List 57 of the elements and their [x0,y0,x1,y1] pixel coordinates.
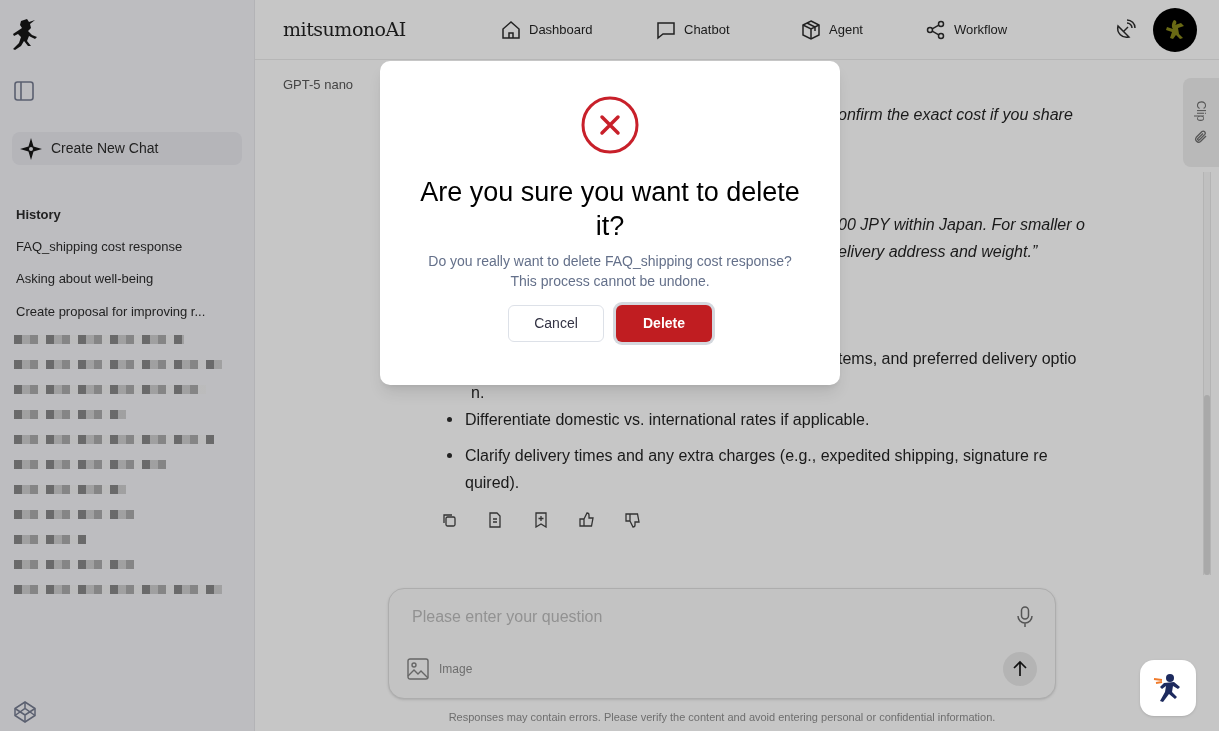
redacted-history-item[interactable] [14,485,126,494]
redacted-history-item[interactable] [14,385,206,394]
cube-icon [801,19,821,40]
error-circle-icon [581,96,639,154]
redacted-history-item[interactable] [14,410,126,419]
copy-icon[interactable] [441,512,457,528]
nav-link[interactable]: Dashboard [501,19,656,40]
microphone-icon[interactable] [1015,605,1035,628]
list-item-text: Differentiate domestic vs. international rates if applicable. [465,410,870,430]
disclaimer-text: Responses may contain errors. Please verify the content and avoid entering personal or confidential information. [448,709,996,725]
sparkle-icon [20,137,42,160]
create-new-chat-button[interactable]: Create New Chat [12,132,242,165]
sidebar-toggle-icon[interactable] [14,81,34,101]
history-item[interactable]: Create proposal for improving r... [16,301,242,321]
cancel-button[interactable]: Cancel [508,305,604,342]
history-item[interactable]: FAQ_shipping cost response [16,236,242,256]
nav-link[interactable]: Agent [801,19,926,40]
dialog-message: Do you really want to delete FAQ_shipping cost response? This process cannot be undone. [427,252,793,291]
clip-tab[interactable]: Clip [1183,78,1219,167]
message-text: onfirm the exact cost if you share [838,105,1073,125]
bullet-icon [447,417,452,422]
redacted-history-item[interactable] [14,535,86,544]
arrow-up-icon [1011,659,1029,678]
history-item[interactable]: Asking about well-being [16,269,242,289]
nav-link[interactable]: Chatbot [656,19,801,40]
redacted-history-item[interactable] [14,360,222,369]
home-icon [501,19,521,40]
thumbs-down-icon[interactable] [625,512,641,528]
nav-link[interactable]: Workflow [926,19,1036,40]
send-button[interactable] [1003,651,1037,686]
scrollbar[interactable] [1203,172,1211,575]
redacted-history-item[interactable] [14,335,184,344]
bullet-icon [447,453,452,458]
paperclip-icon [1194,129,1208,144]
redacted-history-item[interactable] [14,585,222,594]
dialog-title: Are you sure you want to delete it? [419,176,801,243]
satellite-dish-icon[interactable] [1114,18,1136,41]
delete-button[interactable]: Delete [616,305,712,342]
thumbs-up-icon[interactable] [579,512,595,528]
image-icon [407,657,429,680]
list-item-text: Clarify delivery times and any extra charges (e.g., expedited shipping, signature re quired). [465,446,1048,493]
message-text: elivery address and weight.” [838,242,1038,262]
history-heading: History [16,206,62,224]
brand-name[interactable]: mitsumonoAI [283,15,501,44]
chat-bubble-icon [656,19,676,40]
share-nodes-icon [926,19,946,40]
redacted-history-item[interactable] [14,510,134,519]
redacted-history-item[interactable] [14,560,134,569]
bookmark-icon[interactable] [533,512,549,528]
ninja-logo-icon[interactable] [11,17,39,50]
redacted-history-item[interactable] [14,460,166,469]
document-icon[interactable] [487,512,503,528]
model-label: GPT-5 nano [283,76,355,94]
message-text: n. [471,383,485,403]
redacted-history-item[interactable] [14,435,214,444]
assistant-launcher-button[interactable] [1140,660,1196,716]
user-avatar[interactable] [1153,7,1197,52]
